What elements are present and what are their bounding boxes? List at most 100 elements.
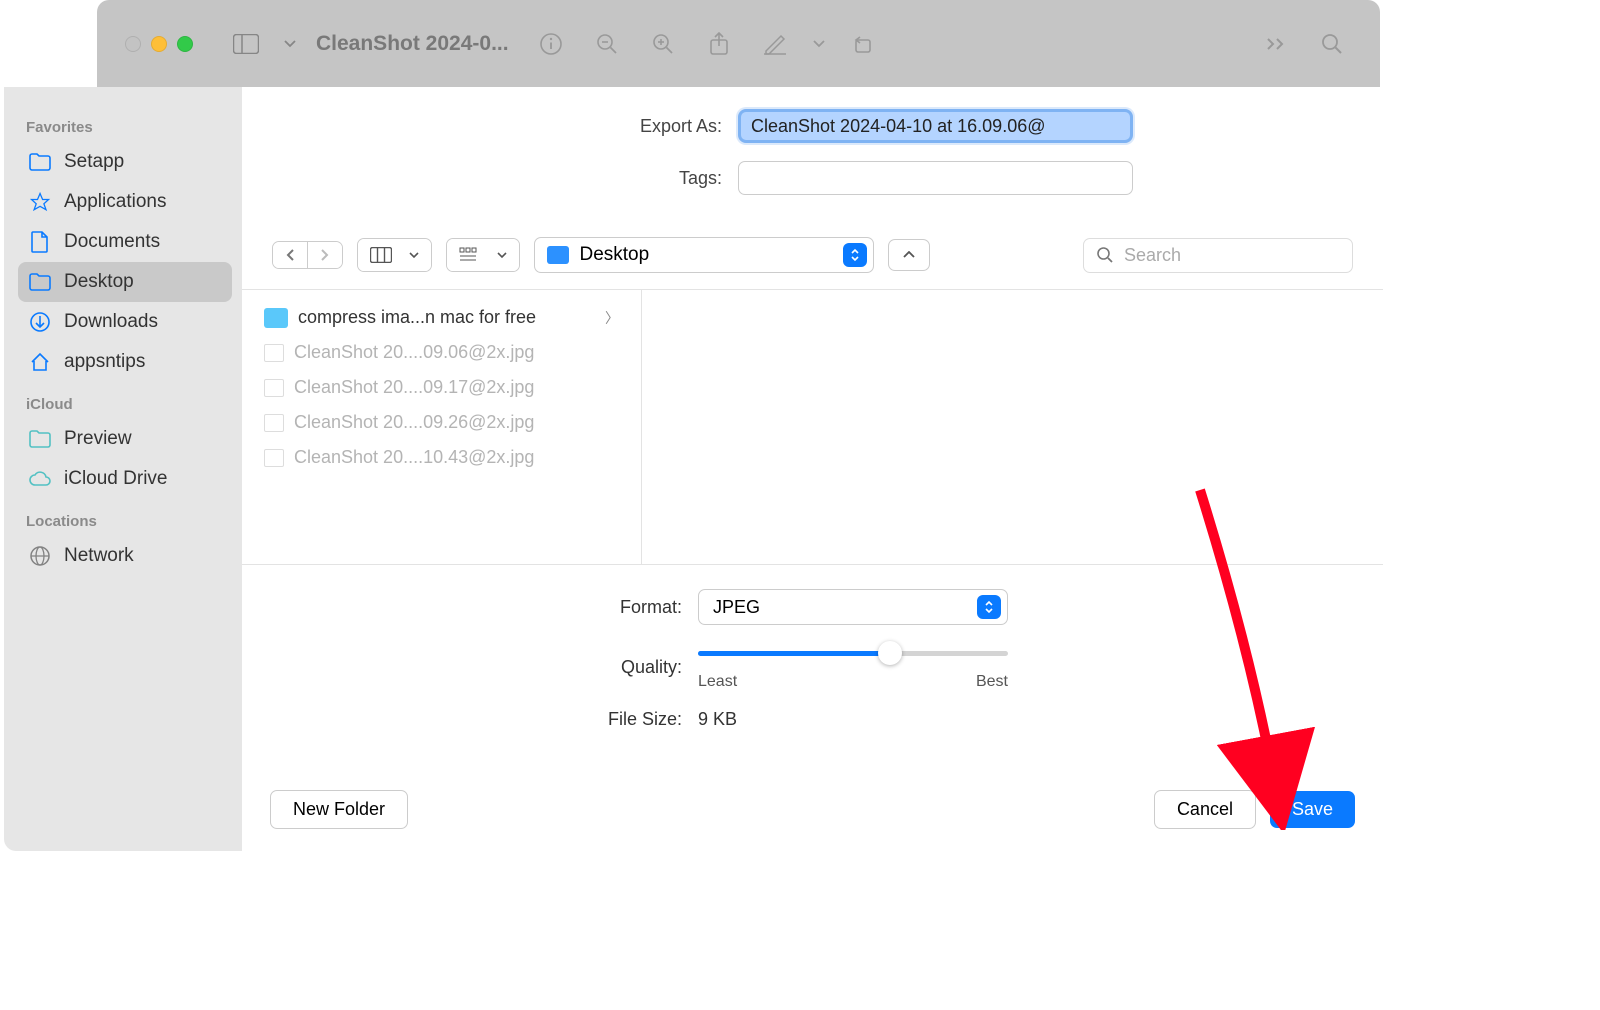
file-column: compress ima...n mac for free 〉 CleanSho… bbox=[242, 290, 642, 564]
sidebar-item-desktop[interactable]: Desktop bbox=[18, 262, 232, 302]
globe-icon bbox=[28, 544, 52, 568]
sidebar-item-icloud-drive[interactable]: iCloud Drive bbox=[18, 459, 232, 499]
location-dropdown[interactable]: Desktop bbox=[534, 237, 874, 273]
edit-icon[interactable] bbox=[753, 28, 797, 60]
file-name: CleanShot 20....09.17@2x.jpg bbox=[294, 377, 534, 398]
folder-icon bbox=[28, 150, 52, 174]
view-columns-button[interactable] bbox=[357, 238, 432, 272]
folder-icon bbox=[28, 270, 52, 294]
download-icon bbox=[28, 310, 52, 334]
view-group-button[interactable] bbox=[446, 238, 521, 272]
rotate-icon[interactable] bbox=[841, 28, 885, 60]
app-titlebar: CleanShot 2024-0... bbox=[97, 0, 1380, 87]
new-folder-button[interactable]: New Folder bbox=[270, 790, 408, 829]
navigation-toolbar: Desktop Search bbox=[242, 223, 1383, 290]
sidebar-toggle-icon[interactable] bbox=[224, 28, 268, 60]
sidebar-section-favorites: Favorites bbox=[26, 119, 232, 136]
file-icon bbox=[264, 414, 284, 432]
sidebar-label: Network bbox=[64, 545, 134, 567]
dialog-main: Export As: Tags: Desktop bbox=[242, 87, 1383, 851]
minimize-window-button[interactable] bbox=[151, 36, 167, 52]
format-label: Format: bbox=[302, 597, 682, 618]
file-row[interactable]: CleanShot 20....09.06@2x.jpg bbox=[258, 335, 625, 370]
search-placeholder: Search bbox=[1124, 245, 1181, 266]
search-icon bbox=[1096, 246, 1114, 264]
window-title: CleanShot 2024-0... bbox=[316, 32, 509, 56]
file-name: CleanShot 20....09.26@2x.jpg bbox=[294, 412, 534, 433]
expand-up-button[interactable] bbox=[888, 239, 930, 271]
zoom-in-icon[interactable] bbox=[641, 28, 685, 60]
file-size-value: 9 KB bbox=[698, 709, 737, 730]
sidebar-item-preview[interactable]: Preview bbox=[18, 419, 232, 459]
sidebar-label: iCloud Drive bbox=[64, 468, 167, 490]
chevrons-right-icon[interactable] bbox=[1254, 28, 1298, 60]
close-window-button[interactable] bbox=[125, 36, 141, 52]
search-input[interactable]: Search bbox=[1083, 238, 1353, 273]
cloud-icon bbox=[28, 467, 52, 491]
folder-icon bbox=[28, 427, 52, 451]
document-icon bbox=[28, 230, 52, 254]
export-as-label: Export As: bbox=[492, 116, 722, 137]
cancel-button[interactable]: Cancel bbox=[1154, 790, 1256, 829]
search-icon[interactable] bbox=[1310, 28, 1354, 60]
back-button[interactable] bbox=[273, 242, 307, 268]
forward-button[interactable] bbox=[307, 242, 342, 268]
sidebar-item-setapp[interactable]: Setapp bbox=[18, 142, 232, 182]
format-value: JPEG bbox=[713, 597, 760, 618]
sidebar-label: Setapp bbox=[64, 151, 124, 173]
monitor-icon bbox=[547, 246, 569, 264]
sidebar-label: Preview bbox=[64, 428, 132, 450]
location-name: Desktop bbox=[579, 244, 649, 266]
traffic-lights bbox=[125, 36, 193, 52]
sidebar-item-downloads[interactable]: Downloads bbox=[18, 302, 232, 342]
export-dialog: Favorites Setapp Applications Documents … bbox=[4, 87, 1383, 851]
info-icon[interactable] bbox=[529, 28, 573, 60]
sidebar-label: Documents bbox=[64, 231, 160, 253]
folder-icon bbox=[264, 308, 288, 328]
tags-label: Tags: bbox=[492, 168, 722, 189]
chevron-down-icon[interactable] bbox=[280, 28, 300, 60]
file-icon bbox=[264, 449, 284, 467]
quality-best-label: Best bbox=[976, 673, 1008, 691]
sidebar-label: Applications bbox=[64, 191, 166, 213]
sidebar-label: Desktop bbox=[64, 271, 134, 293]
sidebar-section-locations: Locations bbox=[26, 513, 232, 530]
sidebar-item-appsntips[interactable]: appsntips bbox=[18, 342, 232, 382]
sidebar: Favorites Setapp Applications Documents … bbox=[4, 87, 242, 851]
slider-thumb[interactable] bbox=[878, 641, 902, 665]
file-size-label: File Size: bbox=[302, 709, 682, 730]
save-button[interactable]: Save bbox=[1270, 791, 1355, 828]
updown-arrows-icon bbox=[977, 595, 1001, 619]
format-dropdown[interactable]: JPEG bbox=[698, 589, 1008, 625]
sidebar-item-applications[interactable]: Applications bbox=[18, 182, 232, 222]
file-icon bbox=[264, 344, 284, 362]
updown-arrows-icon bbox=[843, 243, 867, 267]
folder-row[interactable]: compress ima...n mac for free 〉 bbox=[258, 300, 625, 335]
sidebar-item-documents[interactable]: Documents bbox=[18, 222, 232, 262]
file-row[interactable]: CleanShot 20....09.26@2x.jpg bbox=[258, 405, 625, 440]
quality-slider[interactable] bbox=[698, 643, 1008, 663]
file-row[interactable]: CleanShot 20....09.17@2x.jpg bbox=[258, 370, 625, 405]
file-name: CleanShot 20....10.43@2x.jpg bbox=[294, 447, 534, 468]
format-options: Format: JPEG Quality: bbox=[242, 565, 1383, 772]
sidebar-section-icloud: iCloud bbox=[26, 396, 232, 413]
sidebar-item-network[interactable]: Network bbox=[18, 536, 232, 576]
file-row[interactable]: CleanShot 20....10.43@2x.jpg bbox=[258, 440, 625, 475]
top-fields: Export As: Tags: bbox=[242, 87, 1383, 223]
sidebar-label: appsntips bbox=[64, 351, 145, 373]
chevron-down-icon[interactable] bbox=[809, 28, 829, 60]
home-icon bbox=[28, 350, 52, 374]
share-icon[interactable] bbox=[697, 28, 741, 60]
file-name: CleanShot 20....09.06@2x.jpg bbox=[294, 342, 534, 363]
maximize-window-button[interactable] bbox=[177, 36, 193, 52]
dialog-button-bar: New Folder Cancel Save bbox=[242, 772, 1383, 851]
applications-icon bbox=[28, 190, 52, 214]
file-browser: compress ima...n mac for free 〉 CleanSho… bbox=[242, 290, 1383, 565]
quality-label: Quality: bbox=[302, 657, 682, 678]
zoom-out-icon[interactable] bbox=[585, 28, 629, 60]
filename-input[interactable] bbox=[738, 109, 1133, 143]
sidebar-label: Downloads bbox=[64, 311, 158, 333]
tags-input[interactable] bbox=[738, 161, 1133, 195]
file-icon bbox=[264, 379, 284, 397]
nav-back-forward bbox=[272, 241, 343, 269]
